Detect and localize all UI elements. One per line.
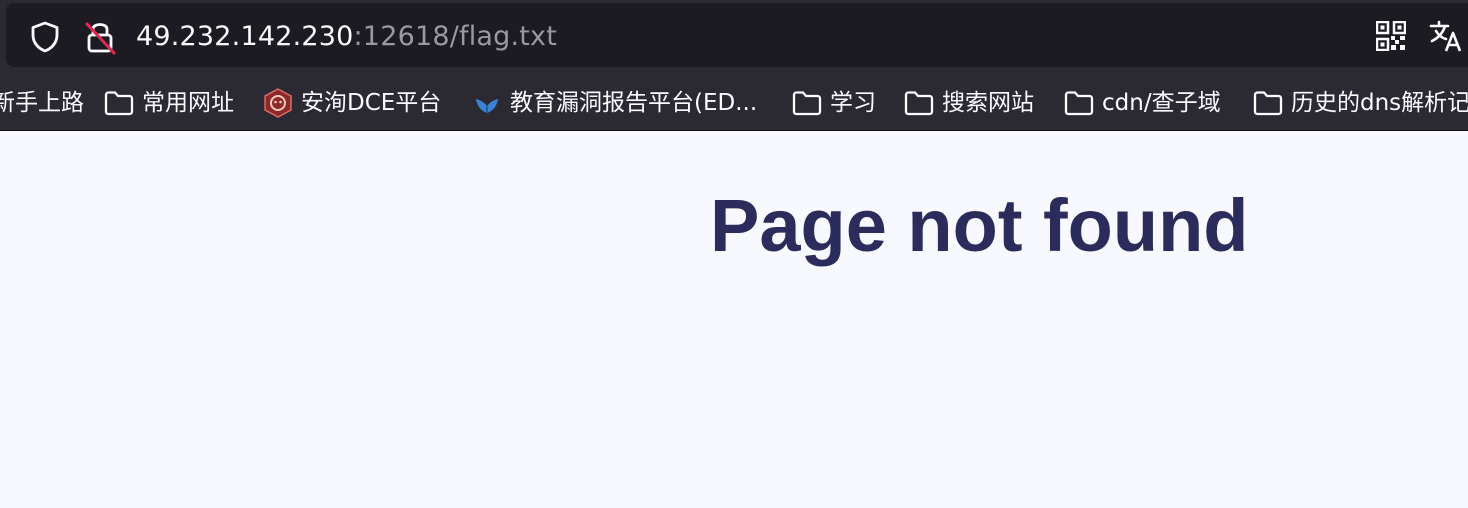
bookmark-label: 历史的dns解析记 [1291, 90, 1468, 116]
url-host: 49.232.142.230 [136, 21, 354, 52]
bookmark-folder[interactable]: 常用网址 [104, 76, 234, 130]
bookmark-item[interactable]: 新手上路 [0, 76, 84, 130]
bookmarks-bar: 新手上路 常用网址 安洵DCE平台 教育漏洞报告平台(ED... 学习 搜索网站… [0, 76, 1468, 130]
url-text[interactable]: 49.232.142.230:12618/flag.txt [136, 17, 557, 57]
url-path: :12618/flag.txt [353, 21, 558, 52]
browser-chrome: 49.232.142.230:12618/flag.txt 新手上路 常用网址 … [0, 0, 1468, 131]
bookmark-label: 安洵DCE平台 [301, 90, 442, 116]
bookmark-label: 教育漏洞报告平台(ED... [510, 90, 758, 116]
page-title: Page not found [710, 184, 1249, 267]
folder-icon [792, 91, 822, 116]
bookmark-item[interactable]: 教育漏洞报告平台(ED... [472, 76, 757, 130]
folder-icon [904, 91, 934, 116]
insecure-lock-icon[interactable] [82, 18, 118, 56]
page-content: Page not found [0, 131, 1468, 508]
bookmark-label: 学习 [830, 90, 876, 116]
folder-icon [104, 91, 134, 116]
bookmark-label: 新手上路 [0, 90, 84, 116]
bookmark-folder[interactable]: 搜索网站 [904, 76, 1034, 130]
qr-code-icon[interactable] [1376, 21, 1406, 51]
bookmark-label: cdn/查子域 [1102, 90, 1221, 116]
dce-logo-icon [264, 88, 292, 118]
bookmark-label: 搜索网站 [942, 90, 1034, 116]
bookmark-label: 常用网址 [142, 90, 234, 116]
bookmark-item[interactable]: 安洵DCE平台 [263, 76, 441, 130]
shield-icon[interactable] [28, 20, 62, 54]
folder-icon [1064, 91, 1094, 116]
bookmark-folder[interactable]: 学习 [792, 76, 876, 130]
bookmark-folder[interactable]: 历史的dns解析记 [1253, 76, 1468, 130]
bookmark-folder[interactable]: cdn/查子域 [1064, 76, 1221, 130]
address-bar[interactable]: 49.232.142.230:12618/flag.txt [6, 3, 1468, 67]
edu-logo-icon [476, 99, 498, 113]
translate-icon[interactable] [1428, 18, 1464, 54]
folder-icon [1253, 91, 1283, 116]
